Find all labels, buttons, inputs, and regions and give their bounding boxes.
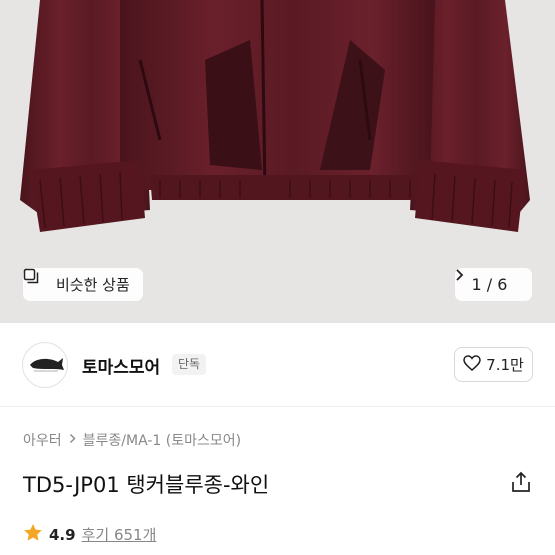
- product-title: TD5-JP01 탱커블루종-와인: [23, 473, 270, 497]
- whale-logo-icon: [30, 358, 64, 372]
- breadcrumb-item-category[interactable]: 블루종/MA-1 (토마스모어): [83, 430, 241, 450]
- star-icon: [23, 523, 43, 546]
- like-button[interactable]: 7.1만: [454, 347, 533, 382]
- brand-name[interactable]: 토마스모어: [82, 353, 160, 378]
- chevron-right-icon: [69, 433, 76, 448]
- similar-products-icon: [23, 268, 50, 293]
- review-count-link[interactable]: 후기 651개: [82, 524, 157, 545]
- similar-products-label: 비슷한 상품: [56, 276, 130, 294]
- pager-text: 1 / 6: [471, 275, 508, 294]
- exclusive-badge: 단독: [172, 354, 207, 375]
- breadcrumb: 아우터 블루종/MA-1 (토마스모어): [23, 430, 241, 450]
- brand-row: 토마스모어 단독 7.1만: [0, 323, 555, 407]
- brand-logo-avatar[interactable]: [22, 342, 68, 388]
- rating-score: 4.9: [49, 525, 76, 544]
- like-count: 7.1만: [486, 356, 524, 374]
- breadcrumb-item-outer[interactable]: 아우터: [23, 430, 62, 450]
- rating-row: 4.9 후기 651개: [23, 523, 156, 546]
- heart-outline-icon: [463, 354, 481, 375]
- image-pager[interactable]: 1 / 6: [455, 268, 532, 301]
- similar-products-button[interactable]: 비슷한 상품: [23, 268, 143, 301]
- share-icon[interactable]: [510, 471, 532, 493]
- product-image[interactable]: 비슷한 상품 1 / 6: [0, 0, 555, 323]
